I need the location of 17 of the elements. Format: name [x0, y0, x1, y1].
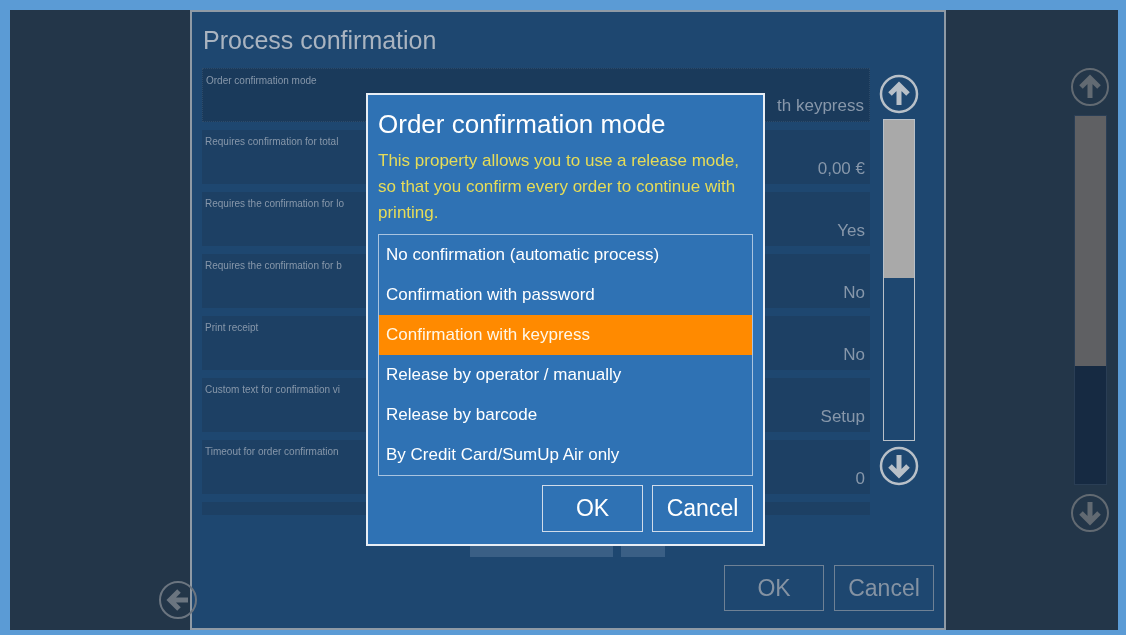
- setting-value: th keypress: [777, 96, 864, 116]
- setting-value: No: [843, 283, 865, 303]
- setting-value: 0: [855, 469, 865, 489]
- setting-value: Yes: [837, 221, 865, 241]
- setting-value: 0,00 €: [817, 159, 865, 179]
- page-title: Process confirmation: [203, 26, 438, 56]
- setting-label: Requires the confirmation for b: [205, 260, 342, 271]
- setting-value: Setup: [820, 407, 865, 427]
- setting-label: Requires the confirmation for lo: [205, 198, 344, 209]
- dialog-title: Order confirmation mode: [378, 109, 667, 140]
- setting-label: Custom text for confirmation vi: [205, 384, 341, 395]
- setting-label: Timeout for order confirmation: [205, 446, 339, 457]
- setting-label: Print receipt: [205, 322, 259, 333]
- setting-label: Order confirmation mode: [206, 75, 317, 86]
- setting-label: Requires confirmation for total: [205, 136, 339, 147]
- dialog-description: This property allows you to use a release mode, so that you confirm every order to continue with printing.: [378, 150, 740, 224]
- setting-value: No: [843, 345, 865, 365]
